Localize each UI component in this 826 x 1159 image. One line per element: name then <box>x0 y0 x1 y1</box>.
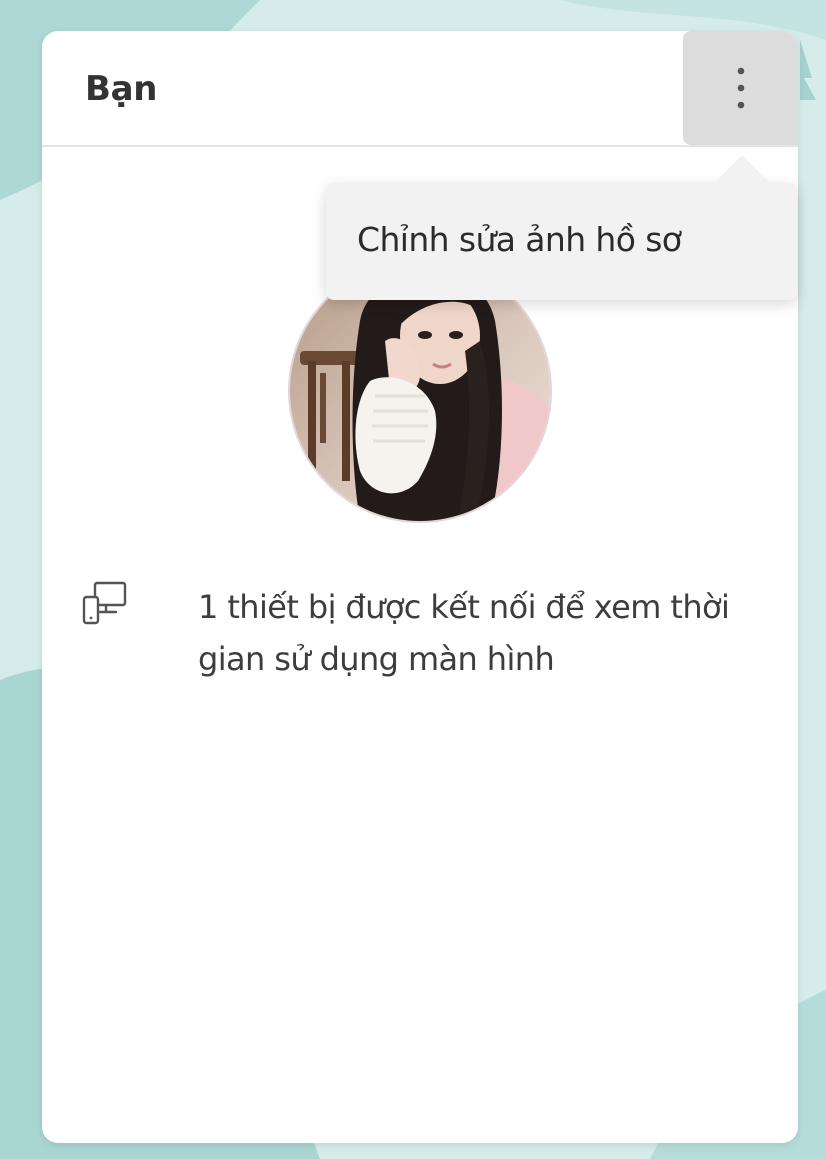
menu-item-label: Chỉnh sửa ảnh hồ sơ <box>357 220 682 259</box>
more-vertical-icon <box>737 67 744 109</box>
connected-devices-text: 1 thiết bị được kết nối để xem thời gian… <box>198 588 730 678</box>
edit-profile-photo-menu-item[interactable]: Chỉnh sửa ảnh hồ sơ <box>326 183 797 300</box>
avatar[interactable] <box>290 261 550 521</box>
devices-icon <box>82 581 127 625</box>
card-header: Bạn <box>42 31 798 147</box>
menu-pointer <box>712 155 772 185</box>
profile-photo <box>290 261 550 521</box>
card-title: Bạn <box>85 69 158 109</box>
profile-options-menu: Chỉnh sửa ảnh hồ sơ <box>326 155 797 300</box>
more-options-button[interactable] <box>683 31 798 145</box>
